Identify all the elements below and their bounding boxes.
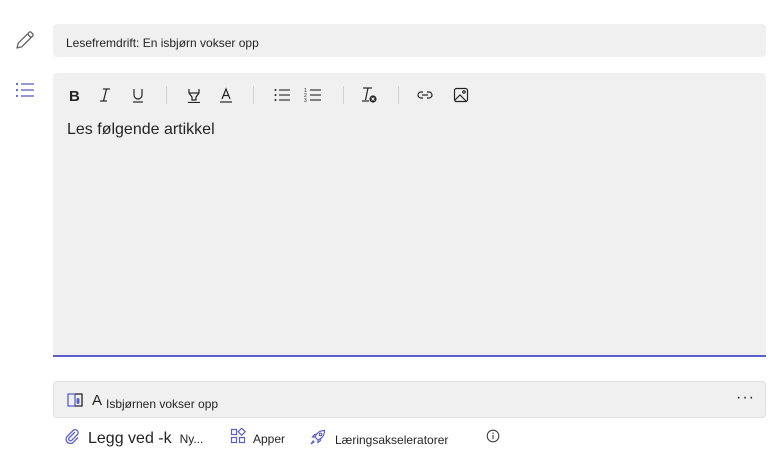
rocket-icon <box>309 428 327 451</box>
title-field[interactable]: Lesefremdrift: En isbjørn vokser opp <box>53 24 766 57</box>
resource-label: Isbjørnen vokser opp <box>106 397 219 411</box>
bullet-list-icon[interactable] <box>272 85 292 105</box>
editor-text[interactable]: Les følgende artikkel <box>67 121 215 139</box>
apps-button[interactable]: Apper <box>230 427 286 449</box>
pencil-icon <box>13 28 37 52</box>
underline-icon[interactable] <box>128 85 148 105</box>
learning-accelerators-label: Læringsakseleratorer <box>335 432 449 447</box>
more-options-button[interactable]: ··· <box>736 389 755 407</box>
new-button-label[interactable]: Ny... <box>180 432 204 446</box>
svg-text:B: B <box>69 88 80 103</box>
attached-resource[interactable]: A Isbjørnen vokser opp ··· <box>53 381 766 418</box>
immersive-reader-icon <box>66 390 86 415</box>
apps-label: Apper <box>253 431 286 446</box>
font-color-icon[interactable] <box>216 85 236 105</box>
bold-icon[interactable]: B <box>65 85 85 105</box>
image-icon[interactable] <box>451 85 471 105</box>
paperclip-icon <box>64 428 80 449</box>
italic-icon[interactable] <box>95 85 115 105</box>
instructions-editor[interactable]: B 123 Les følgende artikkel <box>53 73 766 357</box>
highlight-icon[interactable] <box>184 85 204 105</box>
svg-text:3: 3 <box>304 98 307 103</box>
learning-accelerators-button[interactable]: Læringsakseleratorer <box>309 428 448 451</box>
apps-icon <box>230 427 247 449</box>
attach-label: Legg ved -k <box>88 429 172 447</box>
clear-format-icon[interactable] <box>359 85 379 105</box>
link-icon[interactable] <box>415 85 435 105</box>
instructions-list-icon <box>13 78 37 102</box>
numbered-list-icon[interactable]: 123 <box>303 85 323 105</box>
info-icon[interactable] <box>486 429 500 448</box>
attach-button[interactable]: Legg ved -k Ny... <box>64 428 203 449</box>
resource-letter: A <box>92 392 103 409</box>
